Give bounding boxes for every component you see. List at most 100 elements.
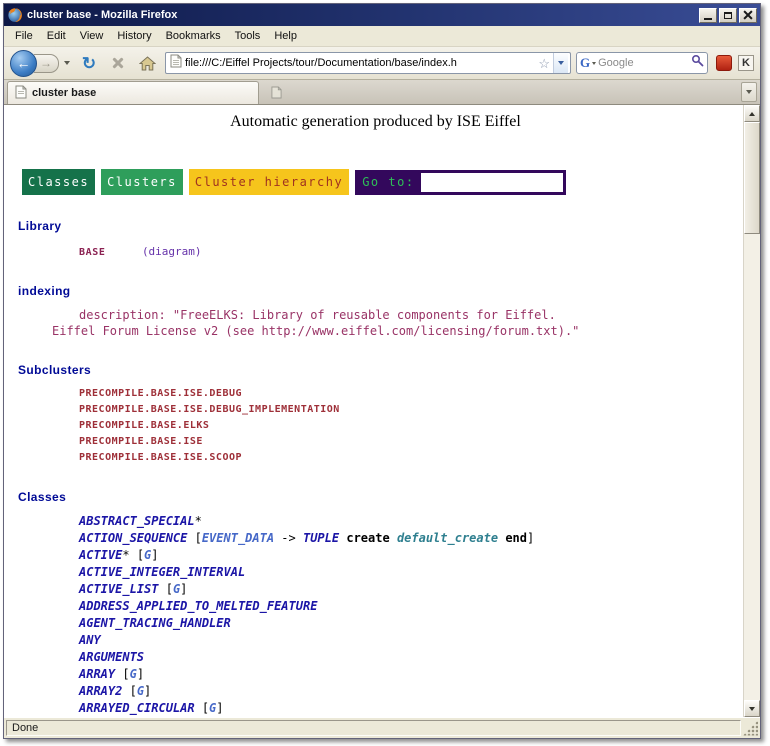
browser-viewport: Automatic generation produced by ISE Eif… — [4, 105, 760, 717]
cluster-hierarchy-link[interactable]: Cluster hierarchy — [189, 169, 349, 195]
home-icon — [139, 56, 156, 71]
class-entry[interactable]: ARRAY [G] — [79, 666, 737, 683]
goto-label: Go to: — [362, 175, 414, 189]
page-title: Automatic generation produced by ISE Eif… — [14, 113, 737, 131]
search-icon[interactable] — [691, 54, 704, 72]
classes-heading: Classes — [18, 490, 737, 504]
subcluster-link[interactable]: PRECOMPILE.BASE.ISE.DEBUG — [79, 386, 737, 402]
indexing-line: description: "FreeELKS: Library of reusa… — [79, 307, 737, 323]
arrow-down-icon — [749, 707, 755, 711]
tab-bar: cluster base — [4, 80, 760, 105]
library-heading: Library — [18, 219, 737, 233]
page-nav-buttons: Classes Clusters Cluster hierarchy Go to… — [22, 169, 737, 195]
subclusters-list: PRECOMPILE.BASE.ISE.DEBUGPRECOMPILE.BASE… — [79, 386, 737, 466]
list-all-tabs-button[interactable] — [741, 82, 757, 102]
url-input[interactable] — [185, 57, 535, 69]
class-entry[interactable]: ARRAY2 [G] — [79, 683, 737, 700]
navigation-toolbar: ← → ↻ ☆ G K — [4, 47, 760, 80]
subclusters-heading: Subclusters — [18, 363, 737, 377]
status-text: Done — [6, 720, 741, 736]
menu-view[interactable]: View — [73, 27, 111, 45]
new-tab-icon — [271, 86, 282, 99]
arrow-up-icon — [749, 112, 755, 116]
search-input[interactable] — [598, 57, 689, 69]
close-button[interactable] — [739, 8, 757, 23]
search-engine-dropdown[interactable] — [592, 62, 596, 65]
subcluster-link[interactable]: PRECOMPILE.BASE.ELKS — [79, 418, 737, 434]
minimize-icon — [704, 18, 712, 20]
menu-history[interactable]: History — [110, 27, 158, 45]
menu-help[interactable]: Help — [267, 27, 304, 45]
class-entry[interactable]: ACTIVE_LIST [G] — [79, 581, 737, 598]
menu-file[interactable]: File — [8, 27, 40, 45]
new-tab-button[interactable] — [267, 83, 285, 101]
subcluster-link[interactable]: PRECOMPILE.BASE.ISE.SCOOP — [79, 450, 737, 466]
clusters-link[interactable]: Clusters — [101, 169, 183, 195]
scroll-up-button[interactable] — [744, 105, 760, 122]
diagram-link[interactable]: (diagram) — [142, 245, 202, 258]
stop-icon — [112, 57, 125, 70]
goto-group: Go to: — [355, 170, 565, 195]
indexing-heading: indexing — [18, 284, 737, 298]
back-button[interactable]: ← — [10, 50, 37, 77]
back-forward-dropdown[interactable] — [60, 54, 73, 73]
class-entry[interactable]: ARRAYED_CIRCULAR [G] — [79, 700, 737, 717]
classes-list: ABSTRACT_SPECIAL*ACTION_SEQUENCE [EVENT_… — [79, 513, 737, 717]
class-entry[interactable]: ADDRESS_APPLIED_TO_MELTED_FEATURE — [79, 598, 737, 615]
class-entry[interactable]: ACTIVE_INTEGER_INTERVAL — [79, 564, 737, 581]
tab-cluster-base[interactable]: cluster base — [7, 81, 259, 104]
class-entry[interactable]: ANY — [79, 632, 737, 649]
class-entry[interactable]: AGENT_TRACING_HANDLER — [79, 615, 737, 632]
search-box[interactable]: G — [576, 52, 708, 74]
firefox-window: cluster base - Mozilla Firefox FileEditV… — [3, 3, 761, 739]
maximize-icon — [724, 12, 732, 19]
page-favicon-icon — [170, 54, 182, 73]
goto-input[interactable] — [421, 173, 563, 192]
chevron-down-icon — [746, 90, 752, 94]
back-icon: ← — [17, 55, 31, 71]
scroll-down-button[interactable] — [744, 700, 760, 717]
url-history-dropdown[interactable] — [553, 53, 568, 73]
window-controls — [699, 8, 757, 23]
reload-icon: ↻ — [82, 55, 96, 72]
chevron-down-icon — [64, 61, 70, 65]
base-cluster-link[interactable]: BASE — [79, 247, 105, 258]
document-icon — [15, 85, 27, 102]
chevron-down-icon — [558, 61, 564, 65]
firefox-icon — [7, 7, 23, 23]
forward-button[interactable]: → — [34, 54, 59, 73]
back-forward-group: ← → — [10, 50, 73, 77]
stop-button[interactable] — [105, 50, 131, 76]
menu-bookmarks[interactable]: Bookmarks — [159, 27, 228, 45]
resize-grip[interactable] — [743, 721, 758, 736]
indexing-line: Eiffel Forum License v2 (see http://www.… — [52, 323, 737, 339]
minimize-button[interactable] — [699, 8, 717, 23]
library-entry: BASE (diagram) — [79, 242, 737, 260]
bookmark-star-icon[interactable]: ☆ — [538, 57, 550, 70]
subcluster-link[interactable]: PRECOMPILE.BASE.ISE — [79, 434, 737, 450]
window-title: cluster base - Mozilla Firefox — [27, 9, 695, 21]
scrollbar-thumb[interactable] — [744, 122, 760, 234]
extension-icon-k[interactable]: K — [738, 55, 754, 71]
tab-label: cluster base — [32, 87, 96, 99]
vertical-scrollbar[interactable] — [743, 105, 760, 717]
class-entry[interactable]: ABSTRACT_SPECIAL* — [79, 513, 737, 530]
google-logo-icon[interactable]: G — [580, 55, 590, 71]
extension-icon-red[interactable] — [716, 55, 732, 71]
reload-button[interactable]: ↻ — [76, 50, 102, 76]
classes-link[interactable]: Classes — [22, 169, 95, 195]
home-button[interactable] — [134, 50, 160, 76]
class-entry[interactable]: ARGUMENTS — [79, 649, 737, 666]
titlebar[interactable]: cluster base - Mozilla Firefox — [4, 4, 760, 26]
menu-tools[interactable]: Tools — [228, 27, 268, 45]
class-entry[interactable]: ACTION_SEQUENCE [EVENT_DATA -> TUPLE cre… — [79, 530, 737, 547]
subcluster-link[interactable]: PRECOMPILE.BASE.ISE.DEBUG_IMPLEMENTATION — [79, 402, 737, 418]
class-entry[interactable]: ACTIVE* [G] — [79, 547, 737, 564]
address-bar[interactable]: ☆ — [165, 52, 571, 74]
menubar: FileEditViewHistoryBookmarksToolsHelp — [4, 26, 760, 47]
page-content: Automatic generation produced by ISE Eif… — [4, 105, 743, 717]
forward-icon: → — [40, 56, 52, 70]
maximize-button[interactable] — [719, 8, 737, 23]
status-bar: Done — [4, 717, 760, 738]
menu-edit[interactable]: Edit — [40, 27, 73, 45]
